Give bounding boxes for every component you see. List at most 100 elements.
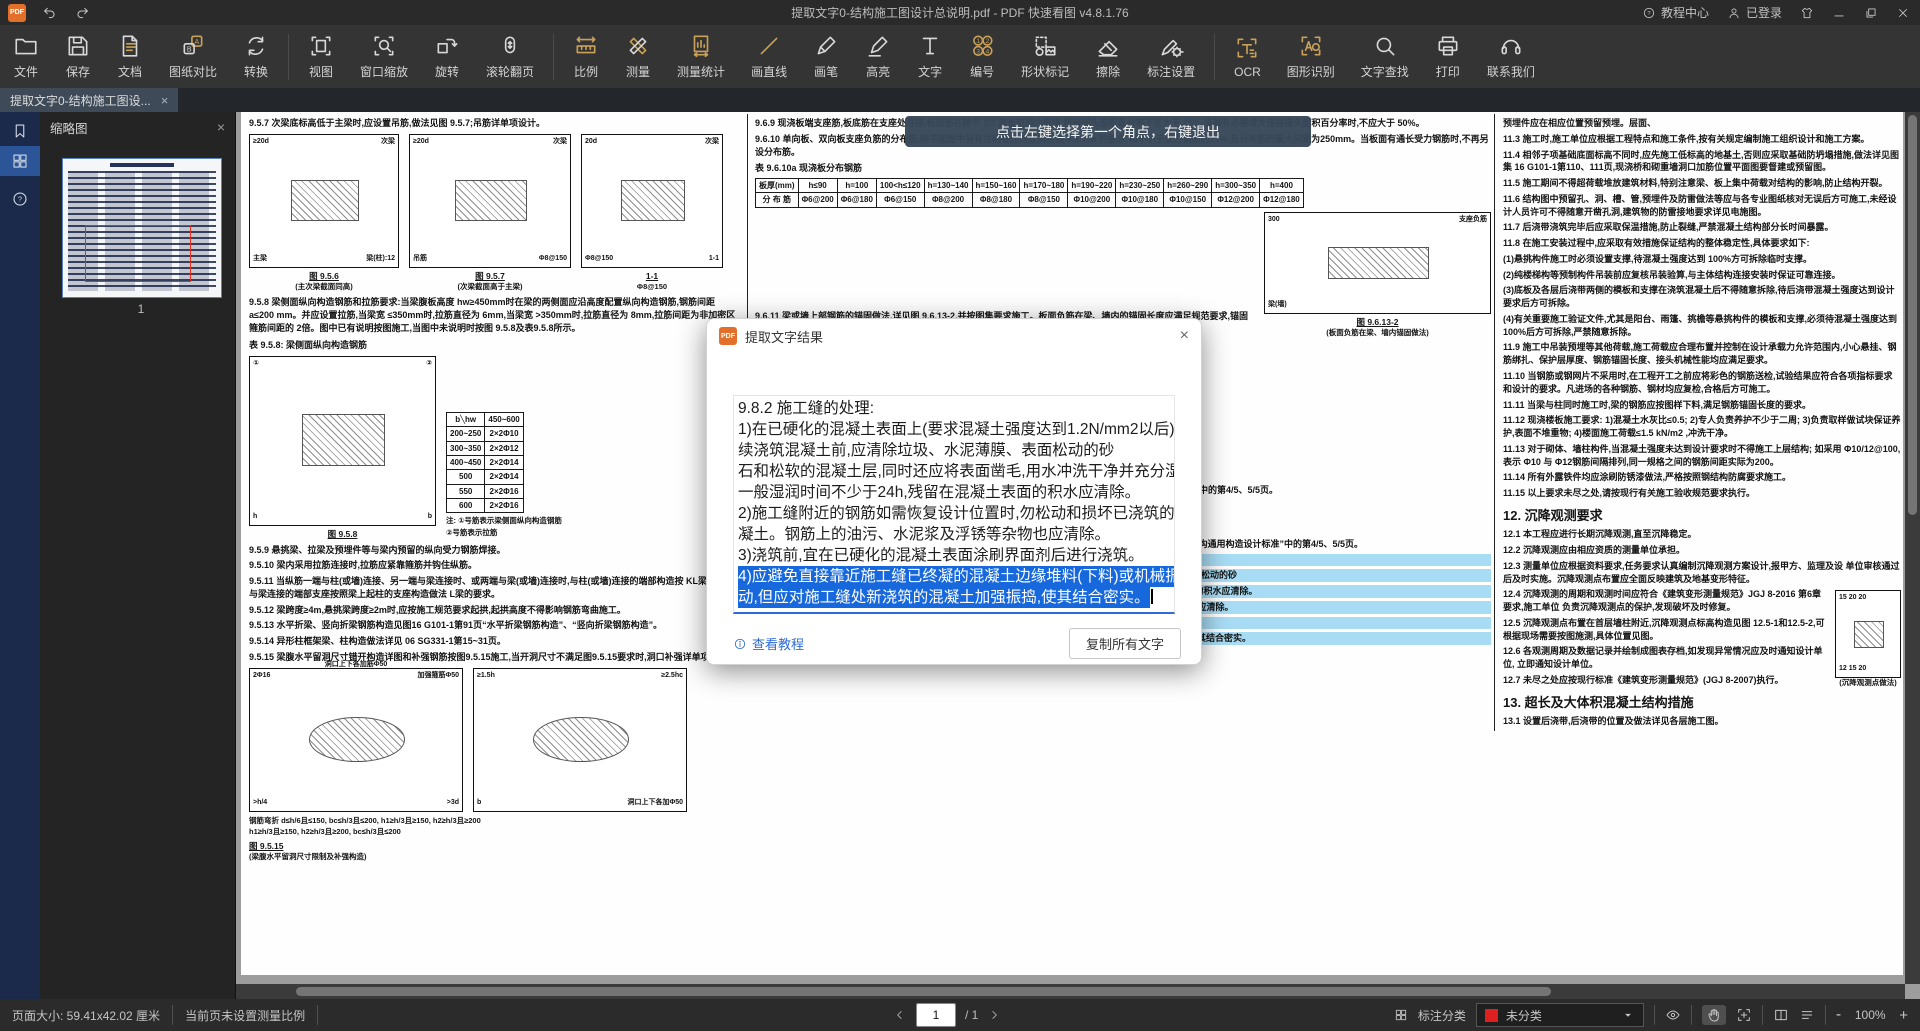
toolbar-button-contact[interactable]: 联系我们 — [1474, 25, 1548, 88]
category-value: 未分类 — [1506, 1007, 1542, 1024]
help-icon[interactable]: ? — [0, 184, 40, 214]
number-icon: 1234 — [969, 33, 995, 59]
dialog-text-line: 凝土。钢筋上的油污、水泥浆及浮锈等杂物也应清除。 — [738, 524, 1170, 545]
pdf-paragraph: 9.5.11 当纵筋一端与柱(或墙)连接、另一端与梁连接时、或两端与梁(或墙)连… — [249, 575, 741, 601]
toolbar-button-number[interactable]: 1234编号 — [956, 25, 1008, 88]
toolbar-button-recog[interactable]: 图形识别 — [1274, 25, 1348, 88]
toolbar-button-stats[interactable]: 测量统计 — [664, 25, 738, 88]
login-status-button[interactable]: 已登录 — [1727, 4, 1782, 21]
category-dropdown[interactable]: 未分类 — [1476, 1003, 1644, 1027]
page-thumbnail[interactable] — [62, 158, 222, 298]
pdf-paragraph: 12.2 沉降观测应由相应资质的测量单位承担。 — [1503, 544, 1901, 557]
toolbar-button-save[interactable]: 保存 — [52, 25, 104, 88]
zoom-in-icon[interactable]: + — [1899, 1007, 1908, 1024]
toolbar-button-label: OCR — [1234, 65, 1261, 79]
tab-close-icon[interactable]: × — [161, 93, 169, 108]
toolbar-button-compare[interactable]: AB图纸对比 — [156, 25, 230, 88]
toolbar-button-annoset[interactable]: 标注设置 — [1134, 25, 1208, 88]
thumbnails-icon[interactable] — [0, 146, 40, 176]
figure-label: 2Φ16 — [253, 671, 270, 681]
panel-close-icon[interactable]: × — [217, 119, 225, 135]
pdf-paragraph: 11.7 后浇带浇筑完毕后应采取保温措施,防止裂缝,严禁混凝土结构部分长时间暴露… — [1503, 221, 1901, 234]
pdf-table-header-cell: 450~600 — [485, 412, 523, 426]
row-layout-icon[interactable] — [1799, 1007, 1815, 1023]
maximize-button[interactable] — [1864, 6, 1878, 20]
toolbar-button-erase[interactable]: 擦除 — [1082, 25, 1134, 88]
toolbar-button-pen[interactable]: 画笔 — [800, 25, 852, 88]
pdf-paragraph: (2)纯楼梯构等预制构件吊装前应复核吊装验算,与主体结构连接安装时保证可靠连接。 — [1503, 269, 1901, 282]
page-navigator: / 1 — [893, 1003, 1001, 1027]
view-tutorial-link[interactable]: 查看教程 — [733, 634, 804, 653]
select-region-icon[interactable] — [1736, 1007, 1752, 1023]
status-bar: 页面大小: 59.41x42.02 厘米 当前页未设置测量比例 / 1 标注分类… — [0, 999, 1920, 1031]
pan-hand-icon[interactable] — [1702, 1005, 1726, 1025]
figure-label: 20d — [585, 137, 597, 147]
redo-icon[interactable] — [74, 5, 90, 21]
horizontal-scrollbar[interactable] — [236, 984, 1905, 999]
tutorial-center-button[interactable]: ? 教程中心 — [1642, 4, 1709, 21]
toolbar-button-find[interactable]: 文字查找 — [1348, 25, 1422, 88]
toolbar-button-view[interactable]: 视图 — [295, 25, 347, 88]
toolbar-group: 文件保存文档AB图纸对比转换 — [0, 25, 282, 88]
undo-icon[interactable] — [42, 5, 58, 21]
pdf-table-cell: 300~350 — [447, 441, 485, 455]
toolbar-button-line[interactable]: 画直线 — [738, 25, 800, 88]
toolbar-button-winzoom[interactable]: 窗口缩放 — [347, 25, 421, 88]
dialog-close-icon[interactable]: × — [1180, 327, 1189, 345]
toolbar-button-doc[interactable]: 文档 — [104, 25, 156, 88]
skin-icon[interactable] — [1800, 6, 1814, 20]
horizontal-scrollbar-thumb[interactable] — [296, 987, 1551, 996]
toolbar-button-folder[interactable]: 文件 — [0, 25, 52, 88]
copy-all-button[interactable]: 复制所有文字 — [1069, 628, 1181, 659]
figure-label: ≥20d — [253, 137, 269, 147]
toolbar-button-label: 画笔 — [814, 63, 838, 80]
toolbar-button-measure[interactable]: 测量 — [612, 25, 664, 88]
pdf-table-cell: 2×2Φ16 — [485, 484, 523, 498]
pdf-paragraph: 9.5.13 水平折梁、竖向折梁钢筋构造见图16 G101-1第91页“水平折梁… — [249, 619, 741, 632]
two-column-layout-icon[interactable] — [1773, 1007, 1789, 1023]
annotation-category-icon[interactable] — [1394, 1008, 1408, 1022]
figure-label: ≥20d — [413, 137, 429, 147]
category-color-swatch — [1485, 1009, 1498, 1022]
toolbar-button-rotate[interactable]: 旋转 — [421, 25, 473, 88]
prev-page-icon[interactable] — [893, 1008, 907, 1022]
close-button[interactable] — [1896, 6, 1910, 20]
toolbar-button-scroll[interactable]: 滚轮翻页 — [473, 25, 547, 88]
figure-caption: 1-1 — [581, 270, 723, 282]
toolbar-button-convert[interactable]: 转换 — [230, 25, 282, 88]
pdf-figure-drawing: 2Φ16加强箍筋Φ50>h/4>3d洞口上下各加筋Φ50 — [249, 668, 463, 812]
figure-caption: 图 9.5.6 — [249, 270, 399, 282]
rotate-icon — [434, 33, 460, 59]
title-bar: PDF 提取文字0-结构施工图设计总说明.pdf - PDF 快速看图 v4.8… — [0, 0, 1920, 25]
toolbar-button-label: 高亮 — [866, 63, 890, 80]
dialog-header[interactable]: PDF 提取文字结果 × — [707, 319, 1201, 353]
extracted-text-area[interactable]: 9.8.2 施工缝的处理:1)在已硬化的混凝土表面上(要求混凝土强度达到1.2N… — [733, 395, 1175, 614]
pdf-paragraph: 9.5.7 次梁底标高低于主梁时,应设置吊筋,做法见图 9.5.7;吊筋详单项设… — [249, 117, 741, 130]
pdf-table-cell: Φ6@150 — [876, 193, 924, 207]
vertical-scrollbar[interactable] — [1905, 112, 1920, 984]
next-page-icon[interactable] — [987, 1008, 1001, 1022]
page-number-input[interactable] — [916, 1003, 956, 1027]
toolbar-button-label: 旋转 — [435, 63, 459, 80]
app-logo-icon: PDF — [8, 4, 26, 22]
toolbar-button-highlight[interactable]: 高亮 — [852, 25, 904, 88]
toolbar-button-scale[interactable]: 比例 — [560, 25, 612, 88]
pdf-figure: ≥20d次梁吊筋Φ8@150图 9.5.7(次梁截面高于主梁) — [409, 134, 571, 293]
toolbar-button-print[interactable]: 打印 — [1422, 25, 1474, 88]
figure-subcaption: (沉降观测点做法) — [1835, 678, 1901, 689]
minimize-button[interactable] — [1832, 6, 1846, 20]
document-tab[interactable]: 提取文字0-结构施工图设... × — [0, 88, 178, 112]
vertical-scrollbar-thumb[interactable] — [1908, 115, 1917, 515]
pdf-paragraph: 12.3 测量单位应根据资料要求,任务要求认真编制沉降观测方案设计,报甲方、监理… — [1503, 560, 1901, 586]
dialog-pdf-icon: PDF — [719, 327, 737, 345]
bookmarks-icon[interactable] — [0, 116, 40, 146]
visibility-eye-icon[interactable] — [1665, 1007, 1681, 1023]
pdf-table-cell: Φ8@150 — [1020, 193, 1068, 207]
toolbar-button-shapes[interactable]: 形状标记 — [1008, 25, 1082, 88]
pdf-table-cell: 600 — [447, 498, 485, 512]
zoom-out-icon[interactable]: - — [1836, 1006, 1841, 1024]
toolbar-button-text[interactable]: 文字 — [904, 25, 956, 88]
view-icon — [308, 33, 334, 59]
toolbar-button-ocr[interactable]: OCR — [1221, 25, 1274, 88]
pdf-table-header-cell: h=260~290 — [1164, 179, 1212, 193]
